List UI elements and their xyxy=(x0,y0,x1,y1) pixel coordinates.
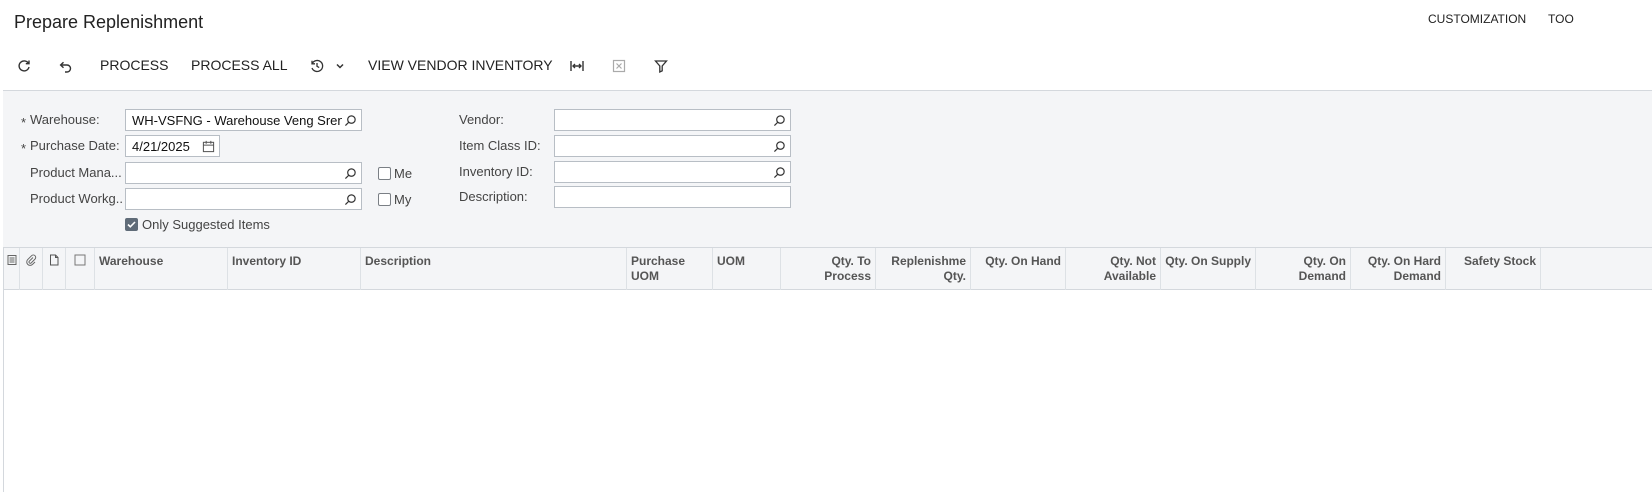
inventory-id-selector[interactable] xyxy=(554,161,791,183)
schedule-clock-icon[interactable] xyxy=(306,55,328,77)
refresh-icon[interactable] xyxy=(13,55,35,77)
fit-width-icon[interactable] xyxy=(566,55,588,77)
product-workgroup-selector[interactable] xyxy=(125,188,362,210)
page-title: Prepare Replenishment xyxy=(14,12,204,32)
filter-icon[interactable] xyxy=(650,55,672,77)
paperclip-icon[interactable] xyxy=(20,248,43,290)
row-status-icon[interactable] xyxy=(4,248,20,290)
inventory-id-label: Inventory ID: xyxy=(459,164,533,179)
customization-menu[interactable]: CUSTOMIZATION xyxy=(1428,12,1526,26)
view-vendor-inventory-button[interactable]: VIEW VENDOR INVENTORY xyxy=(368,57,553,73)
purchase-date-input[interactable]: 4/21/2025 xyxy=(125,135,220,157)
filter-panel: * Warehouse: WH-VSFNG - Warehouse Veng S… xyxy=(3,90,1652,248)
warehouse-value: WH-VSFNG - Warehouse Veng Sreng xyxy=(132,113,342,128)
column-header-replenishment-qty[interactable]: Replenishme Qty. xyxy=(876,248,971,290)
me-checkbox[interactable] xyxy=(378,167,391,180)
only-suggested-label: Only Suggested Items xyxy=(142,217,270,232)
calendar-icon[interactable] xyxy=(201,139,215,153)
my-label: My xyxy=(394,192,412,207)
search-icon[interactable] xyxy=(343,192,357,206)
grid-body xyxy=(4,290,1652,492)
product-manager-selector[interactable] xyxy=(125,162,362,184)
excel-export-icon[interactable] xyxy=(608,55,630,77)
description-input[interactable] xyxy=(554,186,791,208)
purchase-date-value: 4/21/2025 xyxy=(132,139,190,154)
my-checkbox[interactable] xyxy=(378,193,391,206)
item-class-selector[interactable] xyxy=(554,135,791,157)
search-icon[interactable] xyxy=(343,166,357,180)
column-header-qty-to-process[interactable]: Qty. To Process xyxy=(781,248,876,290)
column-header-purchase-uom[interactable]: Purchase UOM xyxy=(627,248,713,290)
me-label: Me xyxy=(394,166,413,181)
warehouse-selector[interactable]: WH-VSFNG - Warehouse Veng Sreng xyxy=(125,109,362,131)
column-header-description[interactable]: Description xyxy=(361,248,627,290)
select-all-checkbox[interactable] xyxy=(66,248,95,290)
process-all-button[interactable]: PROCESS ALL xyxy=(191,57,288,73)
search-icon[interactable] xyxy=(772,139,786,153)
column-header-inventory-id[interactable]: Inventory ID xyxy=(228,248,361,290)
grid-header: Warehouse Inventory ID Description Purch… xyxy=(4,247,1652,290)
column-header-qty-on-demand[interactable]: Qty. On Demand xyxy=(1256,248,1351,290)
vendor-label: Vendor: xyxy=(459,112,504,127)
replenishment-grid: Warehouse Inventory ID Description Purch… xyxy=(3,247,1652,492)
search-icon[interactable] xyxy=(772,113,786,127)
column-header-qty-on-hard-demand[interactable]: Qty. On Hard Demand xyxy=(1351,248,1446,290)
process-button[interactable]: PROCESS xyxy=(100,57,168,73)
description-label: Description: xyxy=(459,189,528,204)
column-header-qty-on-supply[interactable]: Qty. On Supply xyxy=(1161,248,1256,290)
tools-menu[interactable]: TOO xyxy=(1548,12,1574,26)
only-suggested-checkbox[interactable] xyxy=(125,218,138,231)
column-header-qty-not-available[interactable]: Qty. Not Available xyxy=(1066,248,1161,290)
required-marker: * xyxy=(21,141,27,156)
product-manager-label: Product Mana... xyxy=(30,165,122,180)
search-icon[interactable] xyxy=(772,165,786,179)
vendor-selector[interactable] xyxy=(554,109,791,131)
column-header-qty-on-hand[interactable]: Qty. On Hand xyxy=(971,248,1066,290)
column-header-uom[interactable]: UOM xyxy=(713,248,781,290)
undo-icon[interactable] xyxy=(54,55,76,77)
toolbar: PROCESS PROCESS ALL VIEW VENDOR INVENTOR… xyxy=(0,48,1652,84)
search-icon[interactable] xyxy=(343,113,357,127)
required-marker: * xyxy=(21,115,27,130)
column-header-warehouse[interactable]: Warehouse xyxy=(95,248,228,290)
warehouse-label: Warehouse: xyxy=(30,112,100,127)
column-header-safety-stock[interactable]: Safety Stock xyxy=(1446,248,1541,290)
title-bar: Prepare Replenishment CUSTOMIZATION TOO xyxy=(0,0,1652,46)
note-icon[interactable] xyxy=(43,248,66,290)
chevron-down-icon[interactable] xyxy=(329,55,351,77)
product-workgroup-label: Product Workg... xyxy=(30,191,124,206)
item-class-label: Item Class ID: xyxy=(459,138,541,153)
purchase-date-label: Purchase Date: xyxy=(30,138,120,153)
